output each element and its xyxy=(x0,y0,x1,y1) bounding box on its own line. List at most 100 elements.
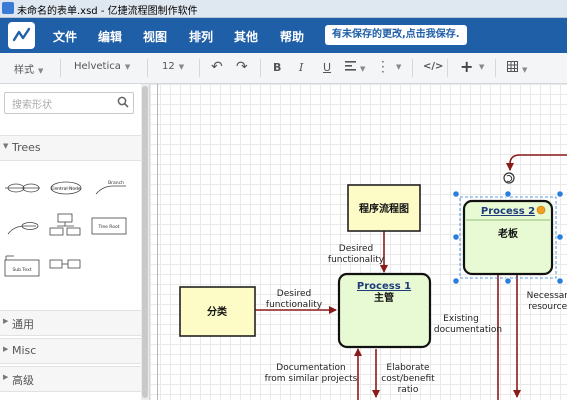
menu-help[interactable]: 帮助 xyxy=(280,28,304,45)
node-process1-subtitle: 主管 xyxy=(374,291,394,304)
tree-shape-root-box[interactable]: Tree Root xyxy=(91,217,127,235)
style-label: 样式 xyxy=(14,65,34,76)
chevron-down-icon: ▼ xyxy=(38,67,44,75)
menu-bar: 文件 编辑 视图 排列 其他 帮助 有未保存的更改,点击我保存. xyxy=(0,18,567,53)
underline-icon[interactable]: U xyxy=(323,61,331,74)
bold-icon[interactable]: B xyxy=(273,61,281,74)
table-dropdown[interactable]: ▼ xyxy=(507,61,527,75)
connector-top-loop[interactable] xyxy=(506,154,567,171)
edge-label-desired-1b: functionality xyxy=(328,255,385,265)
toolbar-divider xyxy=(199,59,200,77)
edge-label-elaborate-c: ratio xyxy=(398,385,419,395)
edge-label-desired-2a: Desired xyxy=(277,289,311,299)
node-process2-title: Process 2 xyxy=(481,206,535,217)
code-icon[interactable]: </> xyxy=(423,61,443,72)
more-dropdown-caret[interactable]: ▼ xyxy=(392,61,401,72)
node-classify-label: 分类 xyxy=(207,305,227,318)
search-icon[interactable] xyxy=(117,96,129,108)
tree-shape-mindmap[interactable] xyxy=(5,183,40,193)
section-advanced[interactable]: ▶ 高级 xyxy=(0,366,141,392)
caret-down-icon: ▼ xyxy=(3,142,9,150)
edge-label-existing-b: documentation xyxy=(434,325,502,335)
app-logo-icon[interactable] xyxy=(8,22,35,49)
section-misc-label: Misc xyxy=(12,344,37,357)
section-general[interactable]: ▶ 通用 xyxy=(0,310,141,336)
shape-search-box[interactable] xyxy=(4,92,134,114)
section-trees-label: Trees xyxy=(12,141,41,154)
status-dot-icon xyxy=(536,205,546,215)
insert-plus-icon[interactable]: + xyxy=(460,57,473,76)
shape-sidebar: ▼ Trees Central Node Branch xyxy=(0,84,150,400)
edge-label-documentation-a: Documentation xyxy=(276,363,345,373)
node-flowchart[interactable]: 程序流程图 xyxy=(347,184,421,232)
tree-shape-sub-text[interactable]: Sub Text xyxy=(4,255,40,277)
insert-dropdown-caret[interactable]: ▼ xyxy=(475,61,484,72)
font-label: Helvetica xyxy=(74,61,121,72)
edge-label-necessary-b: resources xyxy=(528,302,567,312)
caret-right-icon: ▶ xyxy=(3,317,9,325)
section-advanced-label: 高级 xyxy=(12,374,34,387)
chevron-down-icon: ▼ xyxy=(522,66,528,74)
section-general-label: 通用 xyxy=(12,318,34,331)
undo-icon[interactable]: ↶ xyxy=(211,59,223,75)
edge-label-elaborate-b: cost/benefit xyxy=(381,374,435,384)
edge-label-existing-a: Existing xyxy=(443,314,479,324)
sidebar-scrollbar[interactable] xyxy=(141,84,149,400)
style-dropdown[interactable]: 样式 ▼ xyxy=(14,61,43,76)
app-icon xyxy=(2,2,14,14)
menu-view[interactable]: 视图 xyxy=(143,28,167,45)
chevron-down-icon: ▼ xyxy=(124,63,131,71)
chevron-down-icon: ▼ xyxy=(178,63,185,71)
node-process1-title: Process 1 xyxy=(357,281,411,292)
shape-search-input[interactable] xyxy=(10,99,118,112)
table-grid-icon xyxy=(507,61,518,72)
tree-shape-leaf[interactable] xyxy=(7,222,39,235)
node-process1[interactable]: Process 1 主管 xyxy=(337,272,432,349)
node-classify[interactable]: 分类 xyxy=(179,286,256,337)
toolbar-divider xyxy=(147,59,148,77)
edge-label-necessary-a: Necessary xyxy=(527,291,567,301)
edge-label-elaborate-a: Elaborate xyxy=(386,363,430,373)
toolbar-divider xyxy=(495,59,496,77)
menu-other[interactable]: 其他 xyxy=(234,28,258,45)
font-size-dropdown[interactable]: 12 ▼ xyxy=(162,61,184,72)
redo-icon[interactable]: ↷ xyxy=(236,59,248,75)
window-title: 未命名的表单.xsd - 亿捷流程图制作软件 xyxy=(17,6,198,17)
edge-label-desired-1a: Desired xyxy=(339,244,373,254)
toolbar-divider xyxy=(60,59,61,77)
node-process2[interactable]: Process 2 老板 xyxy=(452,172,564,285)
tree-shape-connected-boxes[interactable] xyxy=(49,259,81,269)
unsaved-changes-notice[interactable]: 有未保存的更改,点击我保存. xyxy=(325,25,467,45)
caret-right-icon: ▶ xyxy=(3,373,9,381)
tree-shape-branch[interactable]: Branch xyxy=(95,180,126,195)
chevron-down-icon: ▼ xyxy=(479,63,485,71)
root-box-text: Tree Root xyxy=(97,224,119,230)
toolbar: 样式 ▼ Helvetica ▼ 12 ▼ ↶ ↷ B I U ▼ · · · ▼ </>… xyxy=(0,53,567,84)
chevron-down-icon: ▼ xyxy=(360,65,366,73)
italic-icon[interactable]: I xyxy=(299,61,303,74)
more-vertical-icon[interactable]: · · · xyxy=(381,56,385,78)
menu-edit[interactable]: 编辑 xyxy=(98,28,122,45)
toolbar-divider xyxy=(260,59,261,77)
branch-text: Branch xyxy=(108,180,124,186)
section-trees[interactable]: ▼ Trees xyxy=(0,135,141,161)
menu-file[interactable]: 文件 xyxy=(53,28,77,45)
central-node-text: Central Node xyxy=(51,186,81,192)
tree-shape-org-chart[interactable] xyxy=(49,213,81,236)
diagram-canvas[interactable]: 程序流程图 分类 Process 1 主管 Process 2 老板 Desir… xyxy=(150,84,567,400)
node-process2-subtitle: 老板 xyxy=(497,227,519,240)
toolbar-divider xyxy=(447,59,448,77)
edge-label-desired-2b: functionality xyxy=(266,300,323,310)
chevron-down-icon: ▼ xyxy=(396,63,402,71)
menu-arrange[interactable]: 排列 xyxy=(189,28,213,45)
tree-shape-central-node[interactable]: Central Node xyxy=(50,181,82,195)
section-misc[interactable]: ▶ Misc xyxy=(0,338,141,364)
toolbar-divider xyxy=(412,59,413,77)
align-dropdown[interactable]: ▼ xyxy=(345,61,365,74)
sub-text-label: Sub Text xyxy=(12,267,31,273)
edge-label-documentation-b: from similar projects xyxy=(265,374,358,384)
font-dropdown[interactable]: Helvetica ▼ xyxy=(74,61,130,72)
font-size-label: 12 xyxy=(162,61,175,72)
title-bar: 未命名的表单.xsd - 亿捷流程图制作软件 xyxy=(0,0,567,18)
sidebar-scrollbar-thumb[interactable] xyxy=(142,86,148,398)
